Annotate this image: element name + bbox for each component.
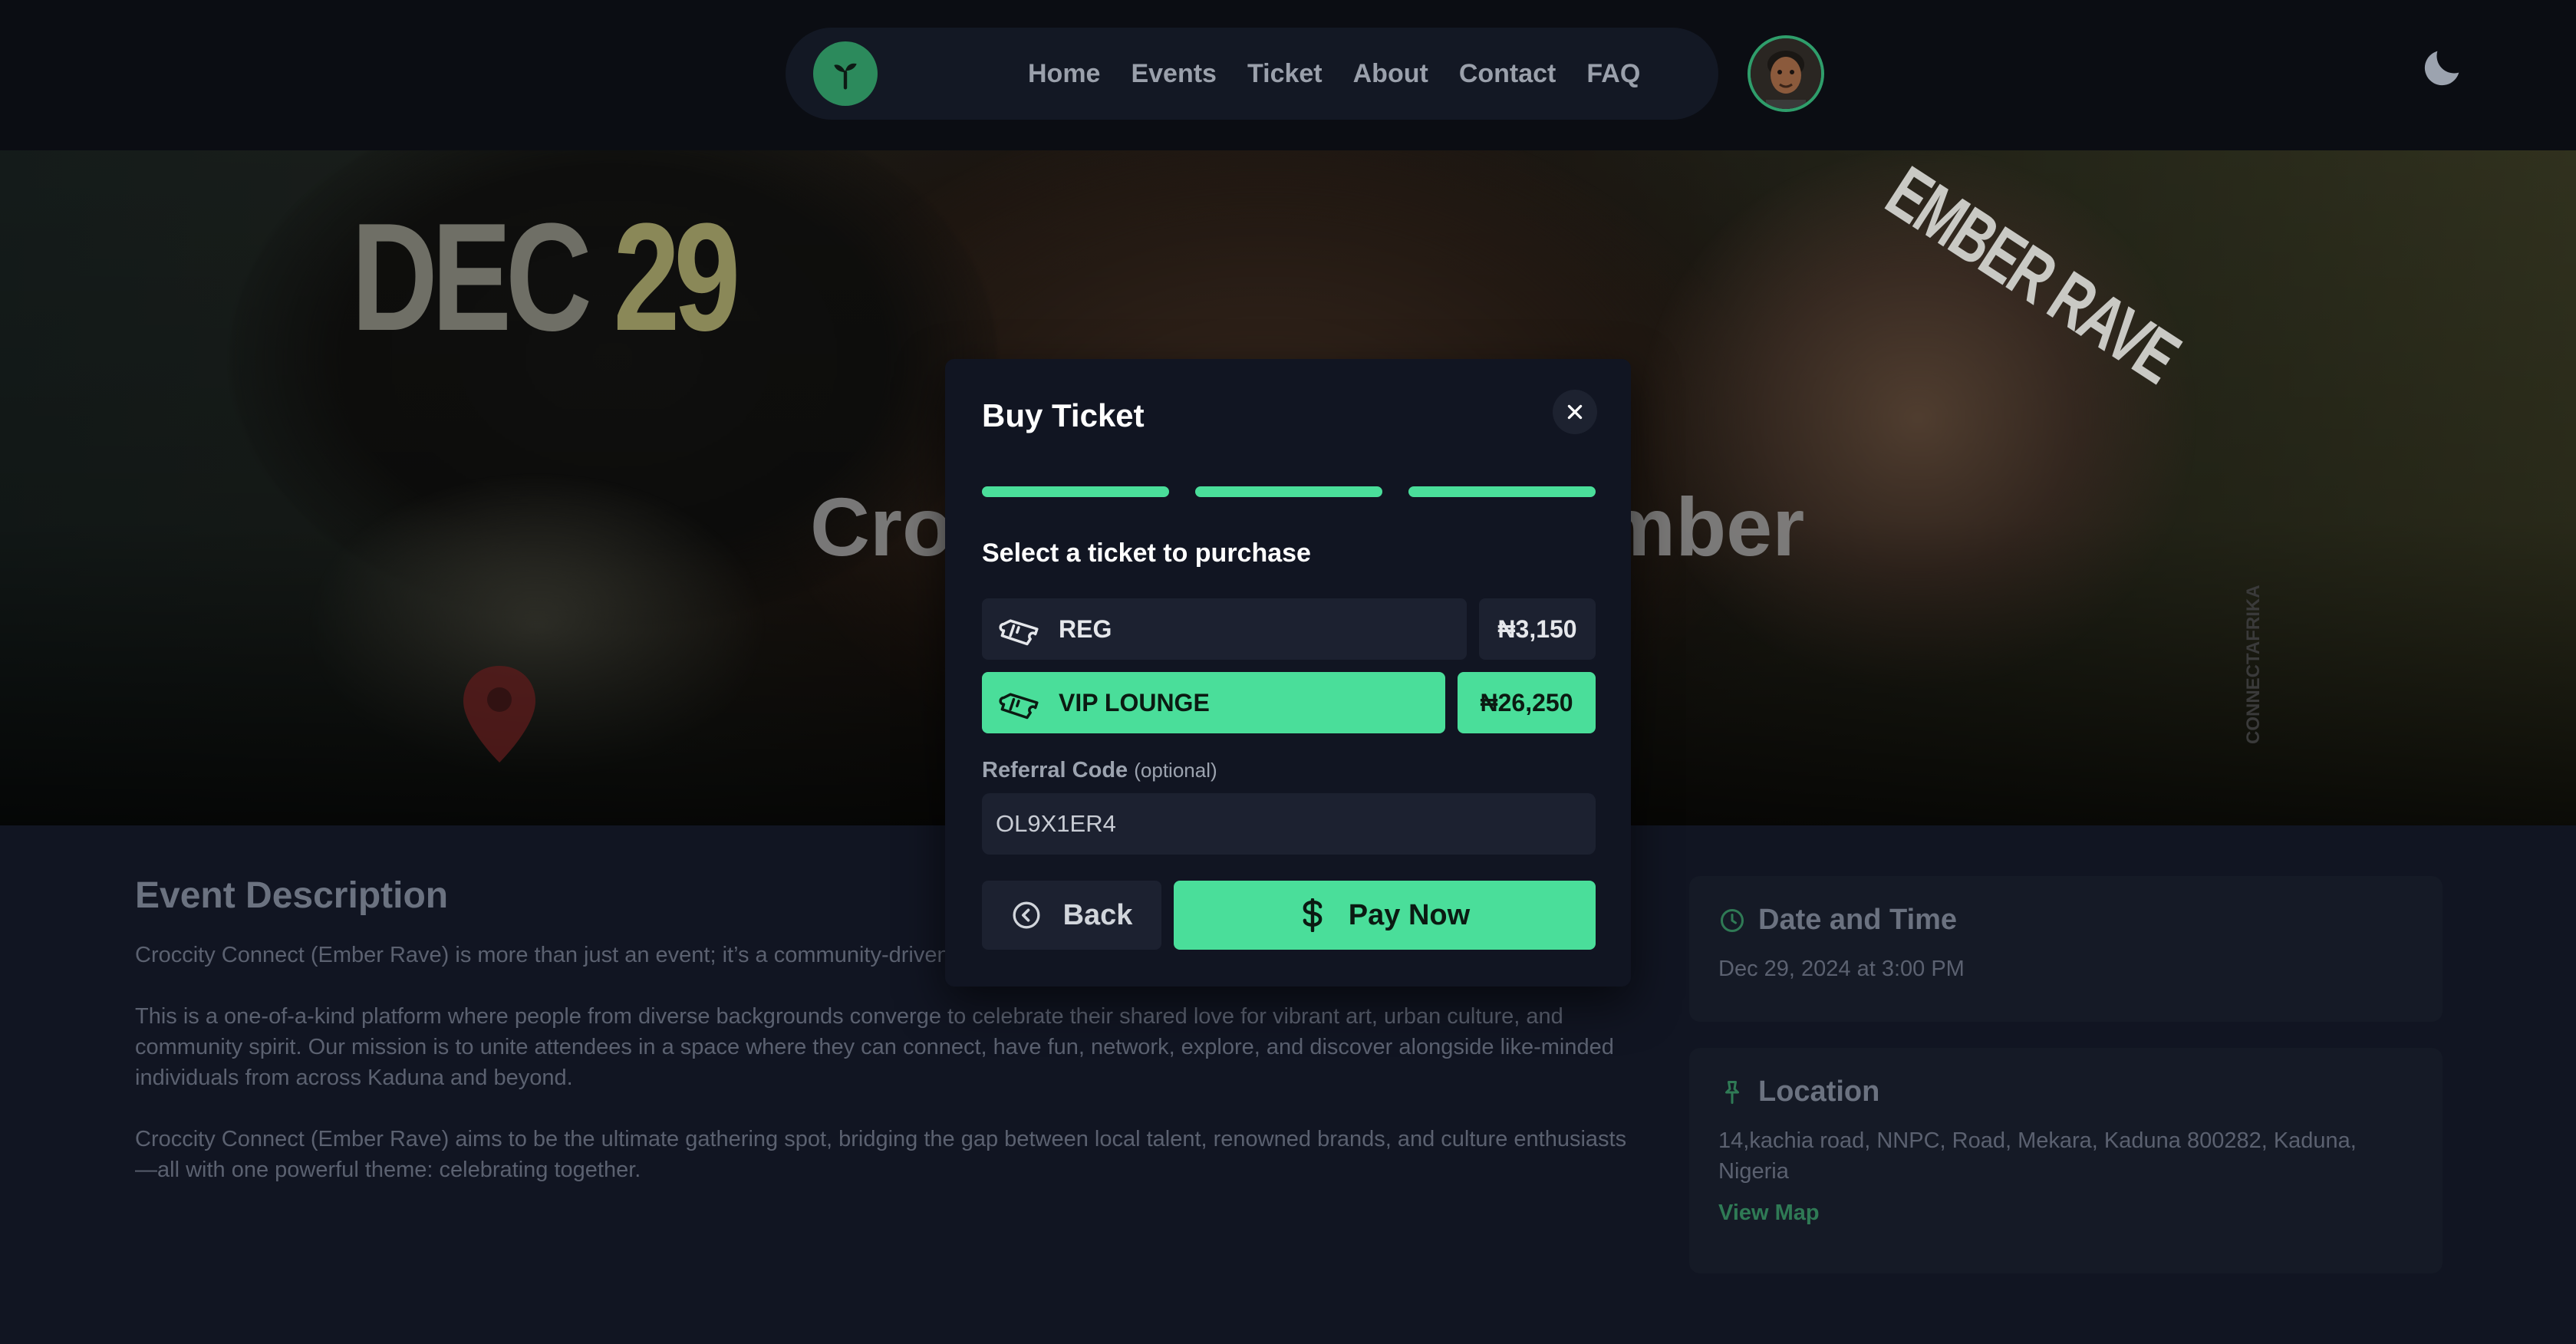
- referral-label-text: Referral Code: [982, 758, 1128, 782]
- user-avatar[interactable]: [1748, 35, 1824, 112]
- page: Home Events Ticket About Contact FAQ DEC…: [0, 0, 2576, 1344]
- date-time-value: Dec 29, 2024 at 3:00 PM: [1718, 957, 1965, 981]
- ticket-price: ₦26,250: [1458, 672, 1596, 733]
- ticket-option-vip-lounge[interactable]: VIP LOUNGE ₦26,250: [982, 672, 1596, 733]
- hero-date-month: DEC: [351, 192, 592, 363]
- nav-ticket[interactable]: Ticket: [1247, 59, 1323, 89]
- nav-contact[interactable]: Contact: [1459, 59, 1556, 89]
- nav-faq[interactable]: FAQ: [1586, 59, 1640, 89]
- nav-home[interactable]: Home: [1028, 59, 1100, 89]
- dollar-icon: [1303, 898, 1323, 932]
- ticket-icon: [999, 619, 1039, 646]
- location-address: 14,kachia road, NNPC, Road, Mekara, Kadu…: [1718, 1128, 2357, 1184]
- view-map-link[interactable]: View Map: [1718, 1201, 1820, 1226]
- ticket-option-reg[interactable]: REG ₦3,150: [982, 598, 1596, 660]
- hero-date-day: 29: [613, 192, 741, 363]
- moon-icon: [2424, 51, 2459, 86]
- avatar-face-icon: [1751, 38, 1821, 109]
- pin-icon: [1725, 1080, 1739, 1104]
- ticket-price: ₦3,150: [1479, 598, 1596, 660]
- close-icon: [1567, 404, 1583, 420]
- description-paragraph: This is a one-of-a-kind platform where p…: [135, 1004, 1614, 1090]
- date-time-heading: Date and Time: [1718, 904, 2413, 937]
- dark-mode-toggle[interactable]: [2418, 43, 2467, 92]
- back-button[interactable]: Back: [982, 881, 1161, 950]
- step-progress: [982, 486, 1596, 499]
- site-header: Home Events Ticket About Contact FAQ: [0, 0, 2576, 150]
- nav-links: Home Events Ticket About Contact FAQ: [1028, 54, 1640, 94]
- back-arrow-icon: [1013, 901, 1040, 929]
- location-title: Location: [1758, 1076, 1880, 1108]
- nav-events[interactable]: Events: [1131, 59, 1217, 89]
- referral-optional-text: (optional): [1134, 759, 1217, 782]
- sprout-logo-icon: [834, 63, 857, 90]
- map-pin-icon: [463, 666, 535, 763]
- back-label: Back: [1062, 898, 1133, 931]
- description-paragraph: Croccity Connect (Ember Rave) aims to be…: [135, 1127, 1627, 1182]
- location-heading: Location: [1718, 1076, 2413, 1108]
- hero-vertical-text: CONNECTAFRIKA: [2243, 585, 2264, 744]
- progress-step-1: [982, 486, 1169, 497]
- pay-now-label: Pay Now: [1348, 898, 1471, 931]
- progress-step-3: [1408, 486, 1596, 497]
- progress-step-2: [1195, 486, 1382, 497]
- location-card: Location 14,kachia road, NNPC, Road, Mek…: [1689, 1048, 2443, 1273]
- date-time-card: Date and Time Dec 29, 2024 at 3:00 PM: [1689, 876, 2443, 1022]
- buy-ticket-modal: Buy Ticket Select a ticket to purchase R…: [945, 359, 1631, 987]
- clock-icon: [1721, 908, 1744, 932]
- logo[interactable]: [813, 41, 878, 106]
- ticket-name-box[interactable]: REG: [982, 598, 1467, 660]
- close-button[interactable]: [1553, 390, 1597, 434]
- nav-about[interactable]: About: [1353, 59, 1428, 89]
- ticket-name-box[interactable]: VIP LOUNGE: [982, 672, 1445, 733]
- ticket-name: REG: [1059, 614, 1112, 643]
- referral-code-input[interactable]: [982, 793, 1596, 855]
- ticket-icon: [999, 693, 1039, 720]
- ticket-select-prompt: Select a ticket to purchase: [982, 539, 1311, 568]
- hero-date: DEC 29: [351, 201, 740, 354]
- pay-now-button[interactable]: Pay Now: [1174, 881, 1596, 950]
- modal-title: Buy Ticket: [982, 397, 1145, 433]
- ticket-name: VIP LOUNGE: [1059, 688, 1210, 716]
- date-time-title: Date and Time: [1758, 904, 1958, 936]
- referral-code-label: Referral Code (optional): [982, 758, 1217, 783]
